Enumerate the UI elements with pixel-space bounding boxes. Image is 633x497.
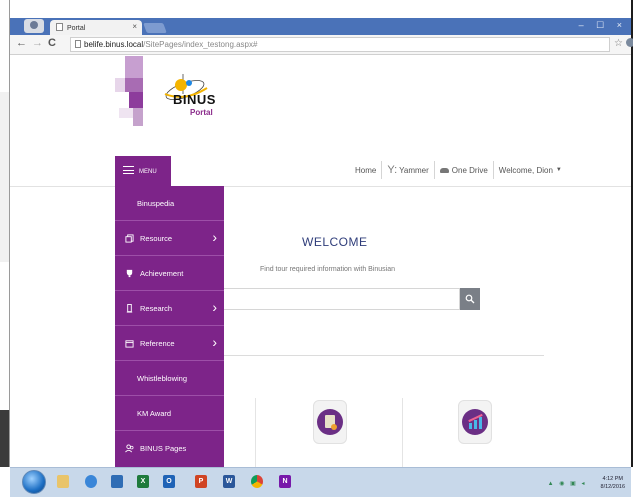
explorer-icon[interactable] — [54, 471, 74, 493]
menu-item-label: Reference — [140, 338, 175, 348]
people-app-icon[interactable] — [108, 471, 128, 493]
forward-icon[interactable]: → — [32, 37, 43, 49]
url-input[interactable]: belife.binus.local/SitePages/index_testo… — [70, 37, 610, 52]
nav-home-label: Home — [355, 165, 377, 175]
page-subtitle: Find tour required information with Binu… — [260, 266, 396, 273]
yammer-icon: Y: — [387, 164, 398, 176]
page-title: WELCOME — [302, 235, 368, 249]
search-button[interactable] — [460, 288, 480, 310]
nav-yammer[interactable]: Y: Yammer — [381, 161, 433, 179]
brand-name: BINUS — [173, 92, 216, 107]
divider — [10, 186, 631, 187]
clock-time: 4:12 PM — [602, 476, 623, 482]
page-info-icon[interactable] — [75, 40, 81, 48]
chrome-icon[interactable] — [248, 471, 268, 493]
nav-home[interactable]: Home — [350, 161, 381, 179]
menu-item-binus-pages[interactable]: BINUS Pages — [115, 431, 224, 466]
new-tab-button[interactable] — [143, 23, 167, 33]
brand-subtitle: Portal — [190, 108, 213, 117]
tray-icons[interactable]: ▲ ◉ ▣ ◂ — [548, 480, 587, 487]
chevron-right-icon: › — [212, 229, 217, 245]
menu-item-binuspedia[interactable]: Binuspedia — [115, 186, 224, 221]
menu-item-label: Resource — [140, 233, 173, 243]
system-tray: ▲ ◉ ▣ ◂ 4:12 PM 8/12/2016 — [548, 471, 625, 495]
menu-item-label: KM Award — [137, 408, 172, 418]
browser-tab[interactable]: Portal × — [50, 20, 142, 35]
copy-icon — [125, 233, 134, 243]
user-menu[interactable]: Welcome, Dion ▼ — [492, 161, 567, 179]
back-icon[interactable]: ← — [16, 37, 27, 49]
bookmark-star-icon[interactable]: ☆ — [614, 38, 623, 49]
ie-icon[interactable] — [82, 471, 102, 493]
web-page: BINUS Portal MENU Home Y: Yammer One Driv… — [10, 56, 631, 467]
browser-title-bar: Portal × – ☐ × — [10, 18, 631, 35]
nav-onedrive[interactable]: One Drive — [433, 161, 493, 179]
outlook-icon[interactable]: O — [160, 471, 180, 493]
divider — [402, 398, 403, 467]
excel-icon[interactable]: X — [134, 471, 154, 493]
chart-icon — [462, 409, 488, 435]
hamburger-icon — [123, 166, 134, 174]
nav-onedrive-label: One Drive — [451, 165, 488, 175]
menu-item-km-award[interactable]: KM Award — [115, 396, 224, 431]
caret-down-icon: ▼ — [555, 167, 562, 173]
screen: Portal × – ☐ × ← → C belife.binus.local/… — [0, 0, 633, 497]
powerpoint-icon[interactable]: P — [192, 471, 212, 493]
trophy-icon — [126, 269, 133, 277]
divider — [255, 398, 256, 467]
chevron-right-icon: › — [212, 299, 217, 315]
top-navigation: Home Y: Yammer One Drive Welcome, Dion ▼ — [350, 161, 567, 179]
taskbar: X O P W N ▲ ◉ ▣ ◂ 4:12 PM 8/12/2016 — [10, 467, 631, 497]
cloud-icon — [439, 167, 449, 173]
search-input[interactable] — [224, 288, 460, 310]
welcome-user-label: Welcome, Dion — [498, 165, 553, 175]
menu-item-label: Research — [140, 303, 173, 313]
word-icon[interactable]: W — [220, 471, 240, 493]
menu-item-label: Achievement — [140, 268, 184, 278]
reload-icon[interactable]: C — [48, 37, 56, 49]
profile-icon[interactable] — [24, 19, 44, 33]
window-controls[interactable]: – ☐ × — [579, 20, 627, 31]
menu-item-achievement[interactable]: Achievement — [115, 256, 224, 291]
document-icon — [317, 409, 343, 435]
divider — [224, 355, 544, 356]
left-window-edge — [0, 0, 10, 467]
menu-label: MENU — [139, 169, 157, 175]
app-tile-chart[interactable] — [458, 400, 492, 444]
tab-title: Portal — [67, 25, 86, 32]
url-path: /SitePages/index_testong.aspx# — [143, 40, 258, 49]
chevron-right-icon: › — [212, 334, 217, 350]
menu-item-reference[interactable]: Reference › — [115, 326, 224, 361]
flask-icon — [126, 303, 133, 313]
menu-item-research[interactable]: Research › — [115, 291, 224, 326]
address-bar: ← → C belife.binus.local/SitePages/index… — [10, 35, 633, 55]
clock[interactable]: 4:12 PM 8/12/2016 — [601, 475, 625, 491]
menu-item-label: Whistleblowing — [137, 373, 188, 383]
menu-button[interactable]: MENU — [115, 156, 171, 186]
search-icon — [465, 294, 475, 304]
calendar-icon — [125, 339, 134, 348]
logo-stripes — [115, 56, 143, 126]
menu-item-resource[interactable]: Resource › — [115, 221, 224, 256]
menu-item-label: BINUS Pages — [140, 444, 187, 453]
menu-item-label: Binuspedia — [137, 198, 175, 208]
onenote-icon[interactable]: N — [276, 471, 296, 493]
tab-close-icon[interactable]: × — [132, 22, 137, 31]
page-icon — [56, 23, 63, 31]
app-tile-document[interactable] — [313, 400, 347, 444]
nav-yammer-label: Yammer — [399, 165, 429, 175]
url-host: belife.binus.local — [84, 40, 144, 49]
menu-item-whistleblowing[interactable]: Whistleblowing — [115, 361, 224, 396]
start-button[interactable] — [22, 470, 46, 494]
people-icon — [125, 444, 134, 453]
clock-date: 8/12/2016 — [600, 484, 625, 490]
side-menu: Binuspedia Resource › Achievement Resear… — [115, 186, 224, 467]
extension-icon[interactable] — [626, 38, 633, 47]
